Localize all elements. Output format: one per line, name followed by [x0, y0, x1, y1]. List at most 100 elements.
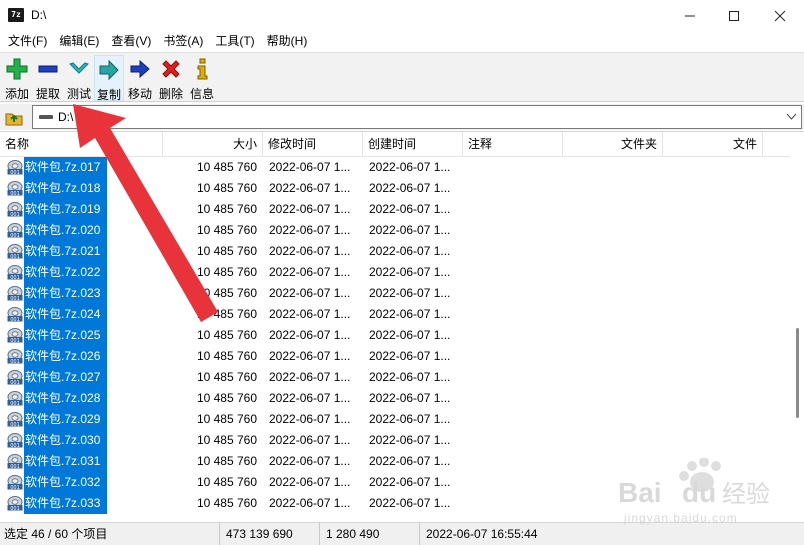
copy-button[interactable]: 复制	[94, 55, 124, 102]
file-modified: 2022-06-07 1...	[269, 244, 351, 258]
menu-bookmarks[interactable]: 书签(A)	[157, 31, 209, 52]
file-modified: 2022-06-07 1...	[269, 307, 351, 321]
status-total-size: 473 139 690	[222, 523, 320, 545]
file-name-cell[interactable]: 001 软件包.7z.029	[5, 409, 107, 430]
file-name-cell[interactable]: 001 软件包.7z.025	[5, 325, 107, 346]
column-header-created[interactable]: 创建时间	[363, 132, 463, 157]
table-row[interactable]: 001 软件包.7z.032 10 485 760 2022-06-07 1... 20…	[0, 472, 790, 493]
menu-edit[interactable]: 编辑(E)	[53, 31, 105, 52]
status-bar: 选定 46 / 60 个项目 473 139 690 1 280 490 202…	[0, 522, 804, 545]
vertical-scrollbar[interactable]	[790, 132, 804, 521]
file-modified: 2022-06-07 1...	[269, 265, 351, 279]
file-created: 2022-06-07 1...	[369, 244, 451, 258]
menu-help[interactable]: 帮助(H)	[261, 31, 314, 52]
add-button[interactable]: 添加	[2, 55, 32, 101]
column-header-folders[interactable]: 文件夹	[563, 132, 663, 157]
menu-view[interactable]: 查看(V)	[105, 31, 157, 52]
maximize-button[interactable]	[711, 0, 757, 31]
file-name-cell[interactable]: 001 软件包.7z.031	[5, 451, 107, 472]
column-header-size[interactable]: 大小	[163, 132, 263, 157]
table-row[interactable]: 001 软件包.7z.022 10 485 760 2022-06-07 1... 20…	[0, 262, 790, 283]
table-row[interactable]: 001 软件包.7z.031 10 485 760 2022-06-07 1... 20…	[0, 451, 790, 472]
table-row[interactable]: 001 软件包.7z.020 10 485 760 2022-06-07 1... 20…	[0, 220, 790, 241]
table-row[interactable]: 001 软件包.7z.029 10 485 760 2022-06-07 1... 20…	[0, 409, 790, 430]
minimize-button[interactable]	[667, 0, 713, 31]
file-size: 10 485 760	[196, 412, 257, 426]
file-name-cell[interactable]: 001 软件包.7z.030	[5, 430, 107, 451]
column-header-name[interactable]: 名称	[0, 132, 163, 157]
file-name: 软件包.7z.026	[25, 349, 101, 363]
file-name-cell[interactable]: 001 软件包.7z.028	[5, 388, 107, 409]
svg-text:001: 001	[10, 254, 20, 259]
table-row[interactable]: 001 软件包.7z.026 10 485 760 2022-06-07 1... 20…	[0, 346, 790, 367]
file-list[interactable]: 名称 大小 修改时间 创建时间 注释 文件夹 文件 001 软件包.7z.017 1…	[0, 131, 804, 521]
table-row[interactable]: 001 软件包.7z.033 10 485 760 2022-06-07 1... 20…	[0, 493, 790, 514]
file-modified: 2022-06-07 1...	[269, 202, 351, 216]
archive-file-icon: 001	[7, 454, 23, 469]
path-input[interactable]: D:\	[32, 105, 802, 129]
file-size: 10 485 760	[196, 244, 257, 258]
file-name-cell[interactable]: 001 软件包.7z.026	[5, 346, 107, 367]
file-name: 软件包.7z.032	[25, 475, 101, 489]
chevron-down-icon[interactable]	[786, 111, 797, 125]
file-name-cell[interactable]: 001 软件包.7z.023	[5, 283, 107, 304]
add-label: 添加	[4, 87, 29, 101]
table-row[interactable]: 001 软件包.7z.023 10 485 760 2022-06-07 1... 20…	[0, 283, 790, 304]
table-row[interactable]: 001 软件包.7z.018 10 485 760 2022-06-07 1... 20…	[0, 178, 790, 199]
file-name-cell[interactable]: 001 软件包.7z.022	[5, 262, 107, 283]
test-button[interactable]: 测试	[64, 55, 94, 101]
file-name-cell[interactable]: 001 软件包.7z.027	[5, 367, 107, 388]
status-selection: 选定 46 / 60 个项目	[0, 523, 220, 545]
column-header-files[interactable]: 文件	[663, 132, 763, 157]
file-name-cell[interactable]: 001 软件包.7z.032	[5, 472, 107, 493]
file-modified: 2022-06-07 1...	[269, 412, 351, 426]
table-row[interactable]: 001 软件包.7z.021 10 485 760 2022-06-07 1... 20…	[0, 241, 790, 262]
file-modified: 2022-06-07 1...	[269, 475, 351, 489]
table-row[interactable]: 001 软件包.7z.024 10 485 760 2022-06-07 1... 20…	[0, 304, 790, 325]
file-name-cell[interactable]: 001 软件包.7z.021	[5, 241, 107, 262]
file-name: 软件包.7z.027	[25, 370, 101, 384]
table-row[interactable]: 001 软件包.7z.028 10 485 760 2022-06-07 1... 20…	[0, 388, 790, 409]
file-name-cell[interactable]: 001 软件包.7z.019	[5, 199, 107, 220]
close-button[interactable]	[757, 0, 803, 31]
file-name: 软件包.7z.031	[25, 454, 101, 468]
file-size: 10 485 760	[196, 475, 257, 489]
file-size: 10 485 760	[196, 223, 257, 237]
move-button[interactable]: 移动	[125, 55, 155, 101]
svg-text:001: 001	[10, 380, 20, 385]
file-created: 2022-06-07 1...	[369, 202, 451, 216]
column-header-comment[interactable]: 注释	[463, 132, 563, 157]
file-created: 2022-06-07 1...	[369, 181, 451, 195]
table-row[interactable]: 001 软件包.7z.017 10 485 760 2022-06-07 1... 20…	[0, 157, 790, 178]
column-header-modified[interactable]: 修改时间	[263, 132, 363, 157]
file-name-cell[interactable]: 001 软件包.7z.017	[5, 157, 107, 178]
menu-file[interactable]: 文件(F)	[2, 31, 53, 52]
archive-file-icon: 001	[7, 244, 23, 259]
file-name-cell[interactable]: 001 软件包.7z.033	[5, 493, 107, 514]
table-row[interactable]: 001 软件包.7z.025 10 485 760 2022-06-07 1... 20…	[0, 325, 790, 346]
table-row[interactable]: 001 软件包.7z.019 10 485 760 2022-06-07 1... 20…	[0, 199, 790, 220]
delete-label: 删除	[158, 87, 183, 101]
folder-up-button[interactable]	[2, 106, 26, 128]
file-name: 软件包.7z.033	[25, 496, 101, 510]
table-row[interactable]: 001 软件包.7z.030 10 485 760 2022-06-07 1... 20…	[0, 430, 790, 451]
window-title: D:\	[31, 8, 47, 22]
file-name-cell[interactable]: 001 软件包.7z.024	[5, 304, 107, 325]
scrollbar-thumb[interactable]	[796, 328, 799, 418]
file-modified: 2022-06-07 1...	[269, 433, 351, 447]
svg-text:001: 001	[10, 212, 20, 217]
extract-button[interactable]: 提取	[33, 55, 63, 101]
table-row[interactable]: 001 软件包.7z.027 10 485 760 2022-06-07 1... 20…	[0, 367, 790, 388]
menu-tools[interactable]: 工具(T)	[209, 31, 260, 52]
file-name: 软件包.7z.029	[25, 412, 101, 426]
info-button[interactable]: 信息	[187, 55, 217, 101]
file-size: 10 485 760	[196, 265, 257, 279]
delete-button[interactable]: 删除	[156, 55, 186, 101]
file-size: 10 485 760	[196, 433, 257, 447]
file-size: 10 485 760	[196, 286, 257, 300]
svg-text:001: 001	[10, 422, 20, 427]
file-name-cell[interactable]: 001 软件包.7z.020	[5, 220, 107, 241]
file-rows: 001 软件包.7z.017 10 485 760 2022-06-07 1... 20…	[0, 157, 790, 514]
file-name: 软件包.7z.028	[25, 391, 101, 405]
file-name-cell[interactable]: 001 软件包.7z.018	[5, 178, 107, 199]
